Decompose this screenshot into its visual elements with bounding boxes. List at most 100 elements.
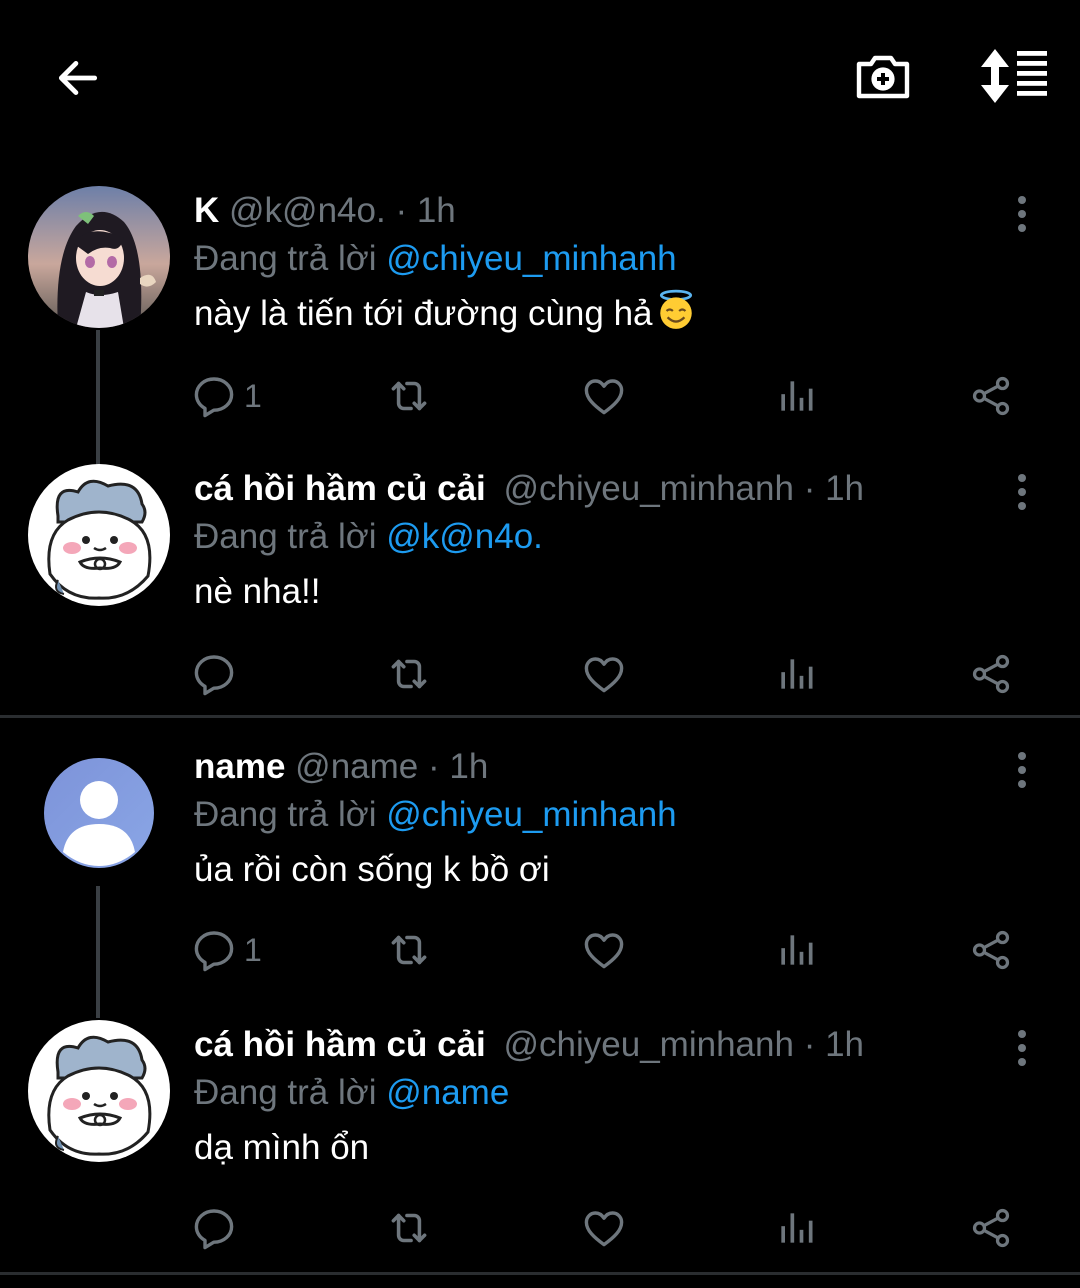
camera-button[interactable]	[852, 46, 914, 106]
tweet[interactable]: cá hồi hầm củ cải @chiyeu_minhanh · 1h Đ…	[0, 1020, 1080, 1270]
share-button[interactable]	[968, 1198, 1014, 1258]
user-handle[interactable]: @chiyeu_minhanh	[504, 1025, 794, 1064]
stats-icon	[774, 928, 818, 972]
avatar[interactable]	[28, 1020, 170, 1162]
default-user-avatar-image	[28, 742, 170, 884]
reply-context: Đang trả lời @chiyeu_minhanh	[194, 236, 1000, 282]
user-handle[interactable]: @chiyeu_minhanh	[504, 469, 794, 508]
like-button[interactable]	[580, 366, 628, 426]
like-button[interactable]	[580, 1198, 628, 1258]
tweet-actions: 1	[190, 920, 1030, 980]
like-button[interactable]	[580, 920, 628, 980]
reply-context: Đang trả lời @name	[194, 1070, 1000, 1116]
reply-context: Đang trả lời @chiyeu_minhanh	[194, 792, 1000, 838]
reply-button[interactable]: 1	[190, 920, 262, 980]
share-button[interactable]	[968, 366, 1014, 426]
tweet-actions	[190, 1198, 1030, 1258]
share-button[interactable]	[968, 920, 1014, 980]
tweet-header: cá hồi hầm củ cải @chiyeu_minhanh · 1h	[194, 1020, 1000, 1070]
reply-prefix: Đang trả lời	[194, 1073, 377, 1112]
analytics-button[interactable]	[774, 1198, 818, 1258]
display-name[interactable]: name	[194, 747, 285, 786]
more-options-button[interactable]	[1006, 472, 1038, 522]
heart-icon	[580, 650, 628, 698]
heart-icon	[580, 372, 628, 420]
sort-list-icon	[981, 49, 1047, 103]
retweet-icon	[384, 925, 434, 975]
sort-replies-button[interactable]	[976, 46, 1052, 106]
separator-dot: ·	[428, 747, 440, 786]
analytics-button[interactable]	[774, 920, 818, 980]
smiling-face-with-halo-icon	[655, 289, 697, 331]
tweet-text-body: này là tiến tới đường cùng hả	[194, 294, 653, 333]
more-vertical-icon	[1006, 194, 1038, 234]
reply-prefix: Đang trả lời	[194, 517, 377, 556]
reply-icon	[190, 650, 238, 698]
anime-girl-avatar-image	[28, 186, 170, 328]
share-icon	[968, 1205, 1014, 1251]
display-name[interactable]: cá hồi hầm củ cải	[194, 469, 486, 508]
share-button[interactable]	[968, 644, 1014, 704]
reply-mention-link[interactable]: @name	[386, 1073, 509, 1112]
share-icon	[968, 373, 1014, 419]
stats-icon	[774, 652, 818, 696]
reply-prefix: Đang trả lời	[194, 795, 377, 834]
reply-count: 1	[244, 377, 262, 414]
chiikawa-avatar-image	[28, 464, 170, 606]
more-options-button[interactable]	[1006, 750, 1038, 800]
top-app-bar	[0, 0, 1080, 150]
separator-dot: ·	[395, 191, 408, 230]
timestamp[interactable]: 1h	[825, 1025, 864, 1064]
reply-mention-link[interactable]: @k@n4o.	[386, 517, 543, 556]
user-handle[interactable]: @name	[295, 747, 418, 786]
more-options-button[interactable]	[1006, 194, 1038, 244]
reply-mention-link[interactable]: @chiyeu_minhanh	[386, 795, 676, 834]
retweet-icon	[384, 371, 434, 421]
timestamp[interactable]: 1h	[417, 191, 456, 230]
reply-button[interactable]: 1	[190, 366, 262, 426]
more-options-button[interactable]	[1006, 1028, 1038, 1078]
tweet-actions: 1	[190, 366, 1030, 426]
timestamp[interactable]: 1h	[825, 469, 864, 508]
analytics-button[interactable]	[774, 644, 818, 704]
tweet[interactable]: K @k@n4o. · 1h Đang trả lời @chiyeu_minh…	[0, 186, 1080, 446]
share-icon	[968, 651, 1014, 697]
chiikawa-avatar-image	[28, 1020, 170, 1162]
retweet-button[interactable]	[384, 644, 434, 704]
tweet-header: name @name · 1h	[194, 742, 1000, 792]
thread-divider	[0, 715, 1080, 718]
timestamp[interactable]: 1h	[449, 747, 488, 786]
tweet-actions	[190, 644, 1030, 704]
stats-icon	[774, 1206, 818, 1250]
stats-icon	[774, 374, 818, 418]
back-button[interactable]	[50, 50, 106, 106]
user-handle[interactable]: @k@n4o.	[229, 191, 386, 230]
more-vertical-icon	[1006, 472, 1038, 512]
reply-mention-link[interactable]: @chiyeu_minhanh	[386, 239, 676, 278]
retweet-icon	[384, 1203, 434, 1253]
retweet-button[interactable]	[384, 366, 434, 426]
retweet-button[interactable]	[384, 920, 434, 980]
tweet-text: này là tiến tới đường cùng hả	[194, 284, 1000, 344]
avatar[interactable]	[28, 742, 170, 884]
avatar[interactable]	[28, 186, 170, 328]
tweet-text: ủa rồi còn sống k bồ ơi	[194, 850, 550, 889]
reply-button[interactable]	[190, 1198, 244, 1258]
reply-button[interactable]	[190, 644, 244, 704]
heart-icon	[580, 926, 628, 974]
analytics-button[interactable]	[774, 366, 818, 426]
retweet-icon	[384, 649, 434, 699]
thread-divider	[0, 1272, 1080, 1275]
avatar[interactable]	[28, 464, 170, 606]
display-name[interactable]: cá hồi hầm củ cải	[194, 1025, 486, 1064]
like-button[interactable]	[580, 644, 628, 704]
retweet-button[interactable]	[384, 1198, 434, 1258]
tweet-text: nè nha!!	[194, 572, 321, 611]
tweet-header: cá hồi hầm củ cải @chiyeu_minhanh · 1h	[194, 464, 1000, 514]
tweet[interactable]: name @name · 1h Đang trả lời @chiyeu_min…	[0, 742, 1080, 1002]
tweet[interactable]: cá hồi hầm củ cải @chiyeu_minhanh · 1h Đ…	[0, 464, 1080, 714]
arrow-left-icon	[58, 61, 98, 95]
camera-plus-icon	[856, 55, 910, 99]
separator-dot: ·	[803, 469, 816, 508]
display-name[interactable]: K	[194, 191, 219, 230]
